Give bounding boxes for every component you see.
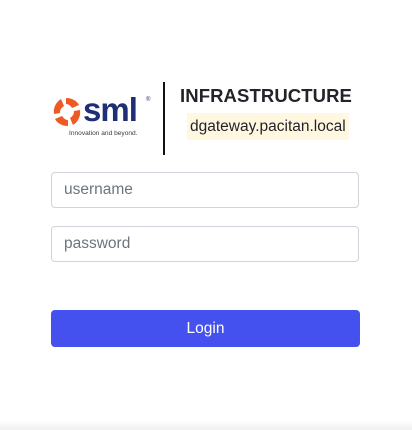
sml-pinwheel-logo-icon <box>53 98 81 126</box>
page-title: INFRASTRUCTURE <box>180 85 353 106</box>
logo-tagline: Innovation and beyond. <box>69 130 138 137</box>
sml-logo: sml ® Innovation and beyond. <box>52 91 152 144</box>
login-button[interactable]: Login <box>51 310 360 347</box>
password-input[interactable] <box>51 226 359 262</box>
bottom-edge-shadow <box>0 420 412 430</box>
gateway-host-label: dgateway.pacitan.local <box>187 113 349 140</box>
username-input[interactable] <box>51 172 359 208</box>
vertical-divider <box>163 82 165 155</box>
brand-header: sml ® Innovation and beyond. INFRASTRUCT… <box>50 82 362 156</box>
logo-registered-mark: ® <box>146 97 151 103</box>
logo-wordmark: sml <box>83 91 138 128</box>
login-page: sml ® Innovation and beyond. INFRASTRUCT… <box>0 0 412 430</box>
